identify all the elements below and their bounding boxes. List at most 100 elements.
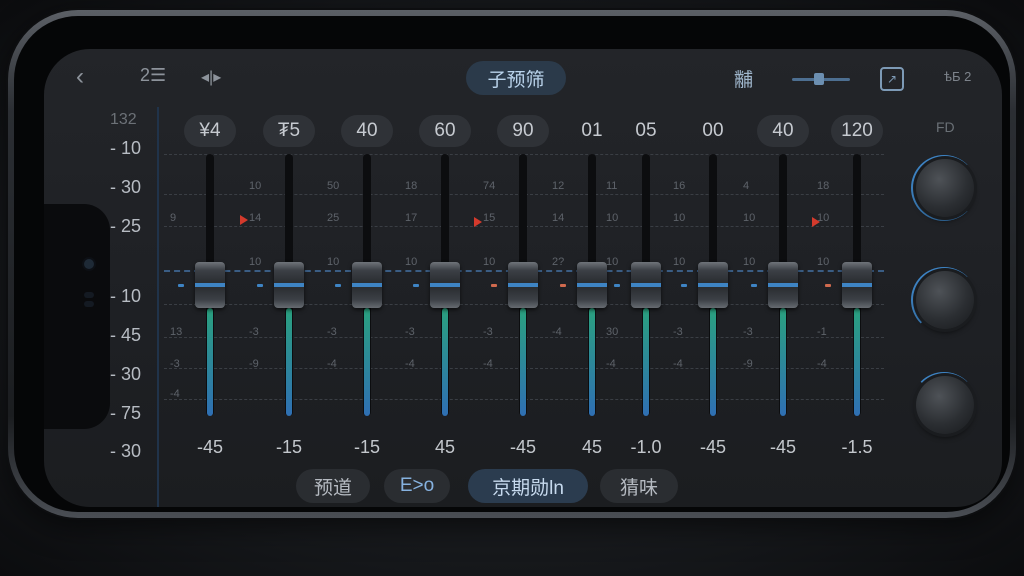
knob-1[interactable] (916, 159, 974, 217)
tab-4[interactable]: 猜味 (600, 469, 678, 503)
band-frequency-label[interactable]: 40 (757, 115, 809, 147)
tick-label: -4 (817, 358, 827, 370)
peak-marker (474, 217, 482, 227)
split-view-icon[interactable]: ◂|▸ (201, 67, 221, 87)
zero-marker (413, 284, 419, 287)
fader-fill (207, 308, 213, 416)
peak-marker (812, 217, 820, 227)
tab-1[interactable]: 预道 (296, 469, 370, 503)
scale-label: - 10 (110, 138, 142, 158)
tick-label: 10 (606, 256, 619, 268)
band-frequency-label[interactable]: 40 (341, 115, 393, 147)
tick-label: 30 (606, 326, 619, 338)
fader-handle[interactable] (768, 262, 798, 308)
tick-label: -9 (743, 358, 753, 370)
fader-fill (854, 308, 860, 416)
zero-marker (825, 284, 831, 287)
tick-label: -3 (405, 326, 415, 338)
back-chevron-icon[interactable]: ‹ (76, 63, 84, 91)
band-gain-label: -45 (699, 437, 726, 457)
band-frequency-label[interactable]: 60 (419, 115, 471, 147)
menu-list-icon[interactable]: 2☰ (140, 65, 166, 86)
zero-marker (751, 284, 757, 287)
fader-fill (589, 308, 595, 416)
balance-slider-thumb[interactable] (814, 73, 824, 85)
scale-label: - 30 (110, 364, 142, 384)
tick-label: 14 (552, 212, 565, 224)
zero-marker (491, 284, 497, 287)
tick-label: -3 (483, 326, 493, 338)
tick-label: -3 (673, 326, 683, 338)
tick-label: -4 (552, 326, 562, 338)
tick-label: -4 (405, 358, 415, 370)
tick-label: 14 (249, 212, 262, 224)
fader-handle[interactable] (195, 262, 225, 308)
fader-handle[interactable] (430, 262, 460, 308)
band-frequency-label[interactable]: ¥4 (184, 115, 236, 147)
band-gain-label: 45 (434, 437, 456, 457)
phone-bezel: ‹ 2☰ ◂|▸ 子预筛 黼 ↗ ѣБ 2 132 - 10 - 30 - 25 - … (14, 16, 1010, 512)
tick-label: -4 (673, 358, 683, 370)
band-gain-label: -45 (509, 437, 536, 457)
fader-handle[interactable] (577, 262, 607, 308)
fader-handle[interactable] (352, 262, 382, 308)
zero-marker (681, 284, 687, 287)
version-label: ѣБ 2 (944, 69, 972, 84)
band-frequency-label[interactable]: 05 (620, 115, 672, 147)
speaker-grille (84, 292, 94, 298)
tick-label: -3 (327, 326, 337, 338)
band-gain-label: -45 (769, 437, 796, 457)
band-frequency-label[interactable]: 00 (687, 115, 739, 147)
fader-handle[interactable] (698, 262, 728, 308)
zero-marker (560, 284, 566, 287)
fader-handle[interactable] (842, 262, 872, 308)
calendar-icon[interactable]: ↗ (880, 67, 904, 91)
fader-fill (780, 308, 786, 416)
tick-label: 10 (249, 256, 262, 268)
tick-label: 10 (673, 256, 686, 268)
tick-label: -1 (817, 326, 827, 338)
scale-label: - 75 (110, 403, 142, 423)
fader-fill (364, 308, 370, 416)
tick-label: -3 (249, 326, 259, 338)
fader-handle[interactable] (631, 262, 661, 308)
tick-label: 74 (483, 180, 496, 192)
tab-3[interactable]: 京期勋ln (468, 469, 588, 503)
knob-2[interactable] (916, 271, 974, 329)
tick-label: 18 (405, 180, 418, 192)
tick-label: 10 (743, 256, 756, 268)
tick-label: 10 (817, 256, 830, 268)
knob-3[interactable] (916, 376, 974, 434)
fader-fill (520, 308, 526, 416)
tab-2[interactable]: E>o (384, 469, 450, 503)
band-frequency-label[interactable]: 120 (831, 115, 883, 147)
mode-label[interactable]: 黼 (734, 65, 753, 92)
band-frequency-label[interactable]: 01 (566, 115, 618, 147)
fader-handle[interactable] (508, 262, 538, 308)
band-gain-label: -1.0 (630, 437, 662, 457)
band-frequency-label[interactable]: ₮5 (263, 115, 315, 147)
scale-top-label: 132 (110, 111, 137, 128)
zero-marker (614, 284, 620, 287)
band-gain-label: -1.5 (841, 437, 873, 457)
tick-label: 18 (817, 180, 830, 192)
tick-label: -4 (327, 358, 337, 370)
knob-section-label: FD (936, 119, 955, 135)
scale-divider (157, 107, 159, 507)
app-screen: ‹ 2☰ ◂|▸ 子预筛 黼 ↗ ѣБ 2 132 - 10 - 30 - 25 - … (44, 49, 1002, 507)
band-frequency-label[interactable]: 90 (497, 115, 549, 147)
fader-stripe (430, 283, 460, 287)
preset-button[interactable]: 子预筛 (466, 61, 566, 95)
fader-handle[interactable] (274, 262, 304, 308)
tick-label: -4 (606, 358, 616, 370)
scale-label: - 45 (110, 325, 142, 345)
front-camera (84, 259, 94, 269)
band-gain-label: -45 (196, 437, 223, 457)
zero-marker (178, 284, 184, 287)
tick-label: 10 (743, 212, 756, 224)
tick-label: 10 (249, 180, 262, 192)
scale-label: - 30 (110, 441, 142, 461)
speaker-grille (84, 301, 94, 307)
scale-label: - 10 (110, 286, 142, 306)
tick-label: 10 (483, 256, 496, 268)
